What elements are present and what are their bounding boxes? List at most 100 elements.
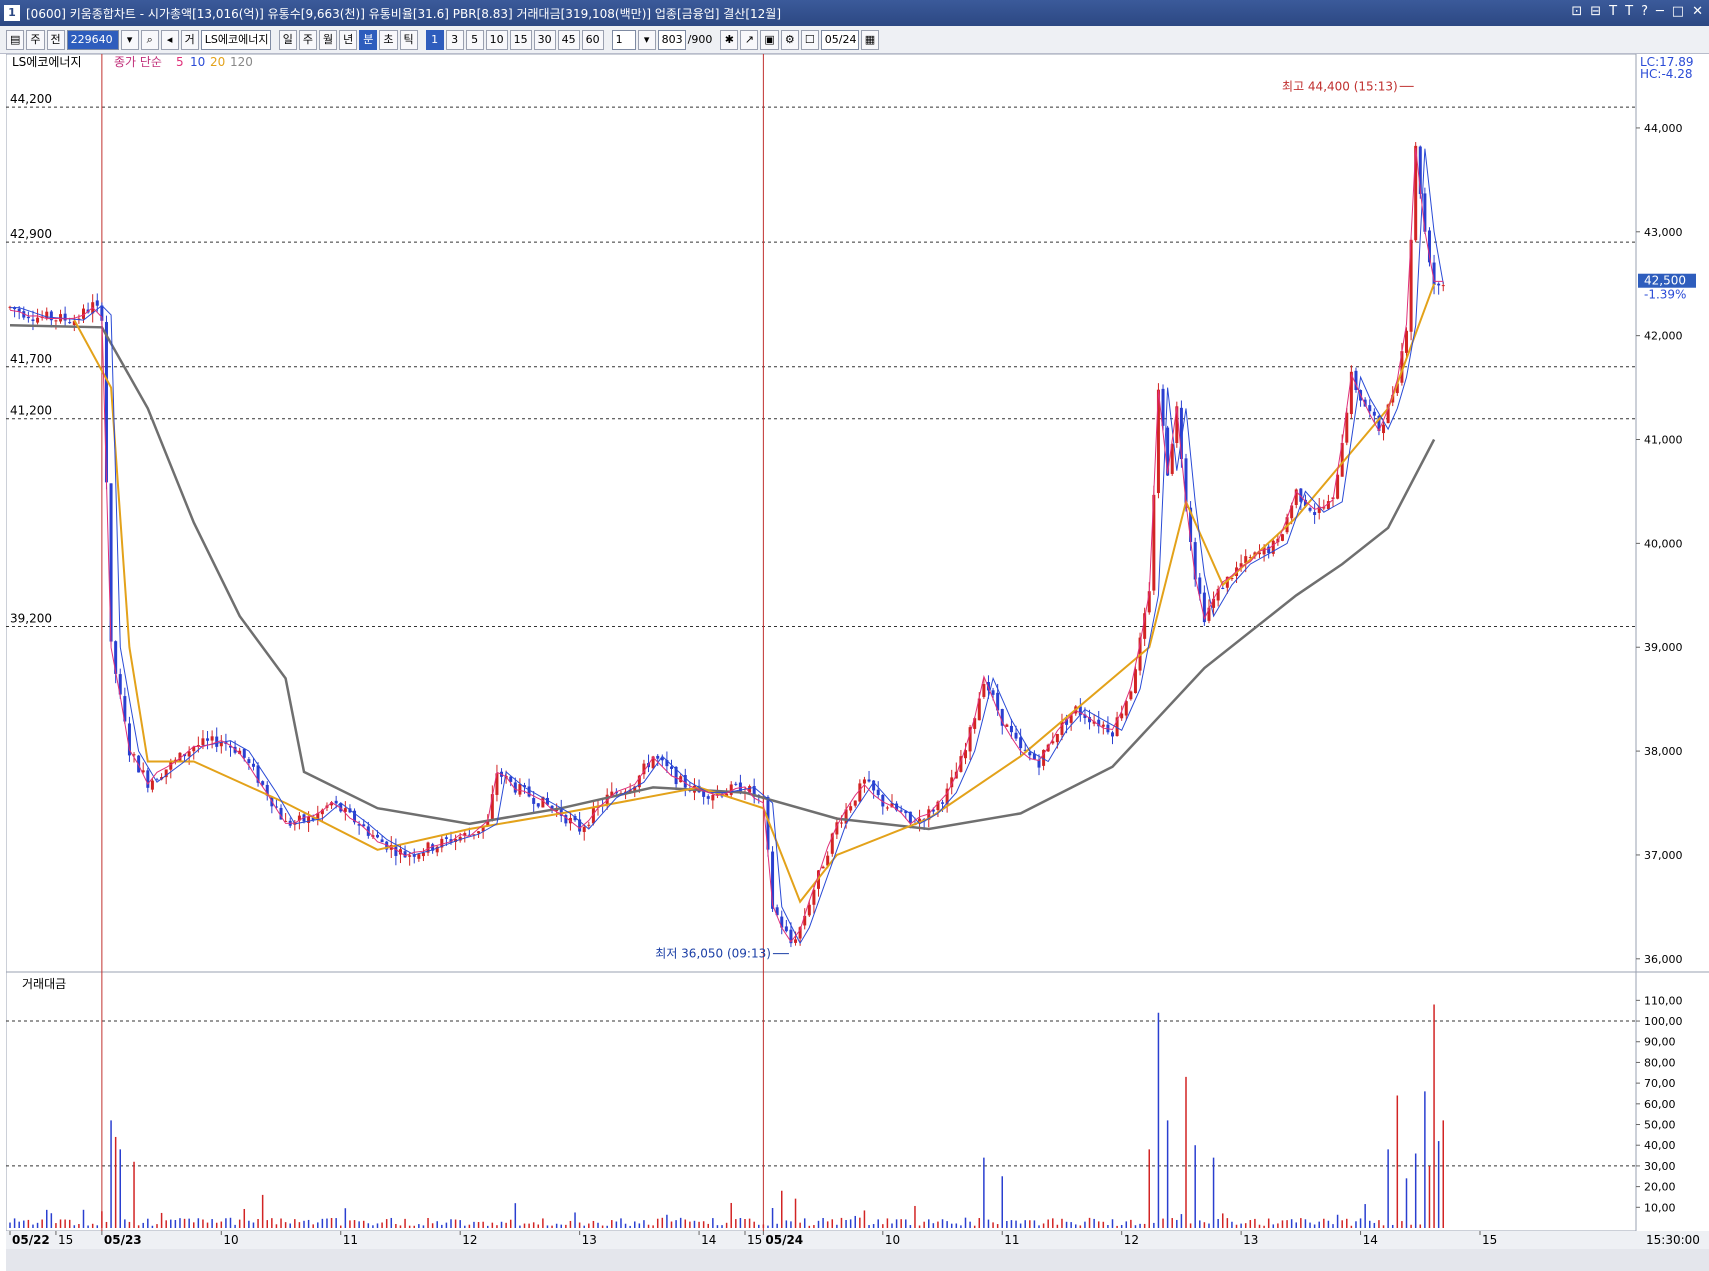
price-tick-label: 44,000 xyxy=(1644,122,1683,135)
candle-body xyxy=(376,834,379,838)
sound-icon[interactable]: ◂ xyxy=(160,29,179,50)
calendar-icon[interactable]: ▦ xyxy=(860,29,880,50)
prev-button[interactable]: 전 xyxy=(46,29,65,50)
title-bar: 1 [0600] 키움종합차트 - 시가총액[13,016(억)] 유통수[9,… xyxy=(0,0,1709,26)
period-tab[interactable]: 초 xyxy=(379,29,398,50)
candle-body xyxy=(862,779,866,784)
candle-body xyxy=(421,852,425,857)
candle-body xyxy=(417,854,421,859)
period-tab[interactable]: 주 xyxy=(298,29,318,50)
candle-body xyxy=(261,781,265,785)
stock-name-field[interactable]: LS에코에너지 xyxy=(200,29,271,50)
date-input[interactable]: 05/24 xyxy=(820,29,859,50)
candle-body xyxy=(1055,733,1059,743)
interval-tab[interactable]: 30 xyxy=(533,29,556,50)
trend-tool-icon[interactable]: ↗ xyxy=(740,29,759,50)
group-button[interactable]: 거 xyxy=(180,29,199,50)
x-tick-label: 13 xyxy=(582,1233,597,1247)
volume-tick-label: 70,00 xyxy=(1644,1077,1676,1090)
candle-body xyxy=(95,300,99,306)
period-tab[interactable]: 일 xyxy=(278,29,297,50)
h-line-label: 41,200 xyxy=(10,404,52,418)
text-icon[interactable]: T xyxy=(1609,4,1617,19)
interval-tab[interactable]: 15 xyxy=(509,29,532,50)
legend-price-label: 종가 단순 xyxy=(114,55,162,69)
code-input[interactable]: 229640 xyxy=(66,29,119,50)
candle-body xyxy=(1308,507,1312,511)
period-tab[interactable]: 틱 xyxy=(399,29,418,50)
layout-icon[interactable]: ▤ xyxy=(6,29,25,50)
interval-tab[interactable]: 5 xyxy=(465,29,484,50)
display-count-input[interactable]: 803 xyxy=(657,29,686,50)
candle-body xyxy=(1111,732,1114,737)
hc-value: HC:-4.28 xyxy=(1640,67,1693,81)
volume-tick-label: 100,00 xyxy=(1644,1015,1683,1028)
candle-body xyxy=(380,839,384,843)
candle-body xyxy=(1441,285,1445,287)
period-tab[interactable]: 월 xyxy=(319,29,338,50)
date-checkbox[interactable]: ☐ xyxy=(800,29,819,50)
interval-tab[interactable]: 3 xyxy=(445,29,464,50)
candle-body xyxy=(1382,424,1386,434)
candle-body xyxy=(582,826,586,832)
h-line-label: 41,700 xyxy=(10,352,52,366)
chart-area[interactable]: 44,200 42,900 41,700 41,200 39,200 36,000 37,… xyxy=(6,54,1709,1271)
candle-body xyxy=(807,904,811,916)
count-dropdown-icon[interactable]: ▾ xyxy=(637,29,656,50)
tile-icon[interactable]: ⊟ xyxy=(1590,4,1601,19)
x-tick-label: 13 xyxy=(1243,1233,1258,1247)
x-tick-label: 12 xyxy=(1124,1233,1139,1247)
price-tick-label: 43,000 xyxy=(1644,226,1683,239)
volume-tick-label: 30,00 xyxy=(1644,1160,1676,1173)
x-tick-label: 05/22 xyxy=(12,1233,50,1247)
candle-body xyxy=(1437,283,1441,286)
close-icon[interactable]: ✕ xyxy=(1692,4,1703,19)
candle-body xyxy=(876,789,880,796)
period-tab[interactable]: 분 xyxy=(359,29,378,50)
candle-body xyxy=(242,748,246,758)
interval-tab[interactable]: 45 xyxy=(557,29,580,50)
interval-tabs: 1 3 5 10 15 30 45 60 xyxy=(425,29,604,50)
search-icon[interactable]: ⌕ xyxy=(140,29,159,50)
minimize-icon[interactable]: ─ xyxy=(1656,4,1664,19)
interval-tab[interactable]: 10 xyxy=(485,29,508,50)
period-tabs: 일주월년분초틱 xyxy=(278,29,418,50)
x-tick-label: 14 xyxy=(701,1233,716,1247)
candle-body xyxy=(1313,512,1317,515)
candle-body xyxy=(251,763,255,767)
scroll-bar[interactable] xyxy=(6,1249,1709,1271)
price-chart[interactable]: 44,200 42,900 41,700 41,200 39,200 36,000 37,… xyxy=(6,54,1709,1271)
candle-body xyxy=(247,759,251,763)
legend-ma20: 20 xyxy=(210,55,225,69)
x-axis-band xyxy=(6,1231,1709,1249)
interval-tab[interactable]: 1 xyxy=(425,29,444,50)
candle-body xyxy=(54,320,58,322)
display-max: /900 xyxy=(687,33,713,46)
volume-tick-label: 110,00 xyxy=(1644,994,1683,1007)
legend-ma120: 120 xyxy=(230,55,253,69)
count-input[interactable]: 1 xyxy=(611,29,636,50)
volume-panel-title: 거래대금 xyxy=(22,977,66,991)
restore-icon[interactable]: ⊡ xyxy=(1571,4,1582,19)
help-icon[interactable]: ? xyxy=(1641,4,1648,19)
volume-tick-label: 60,00 xyxy=(1644,1098,1676,1111)
settings-icon[interactable]: ⚙ xyxy=(780,29,799,50)
price-tick-label: 39,000 xyxy=(1644,641,1683,654)
x-end-label: 15:30:00 xyxy=(1646,1233,1700,1247)
save-icon[interactable]: ▣ xyxy=(760,29,779,50)
candle-body xyxy=(711,794,715,801)
price-tick-label: 37,000 xyxy=(1644,849,1683,862)
volume-tick-label: 40,00 xyxy=(1644,1139,1676,1152)
maximize-icon[interactable]: □ xyxy=(1672,4,1684,19)
candle-body xyxy=(68,322,72,324)
current-price: 42,500 xyxy=(1644,274,1686,288)
period-tab[interactable]: 년 xyxy=(339,29,358,50)
x-tick-label: 15 xyxy=(58,1233,73,1247)
candle-body xyxy=(477,831,481,834)
market-select[interactable]: 주 xyxy=(26,29,45,50)
indicator-icon[interactable]: ✱ xyxy=(720,29,739,50)
interval-tab[interactable]: 60 xyxy=(581,29,604,50)
font-icon[interactable]: T xyxy=(1625,4,1633,19)
candle-body xyxy=(1028,752,1032,756)
code-dropdown-icon[interactable]: ▾ xyxy=(120,29,139,50)
